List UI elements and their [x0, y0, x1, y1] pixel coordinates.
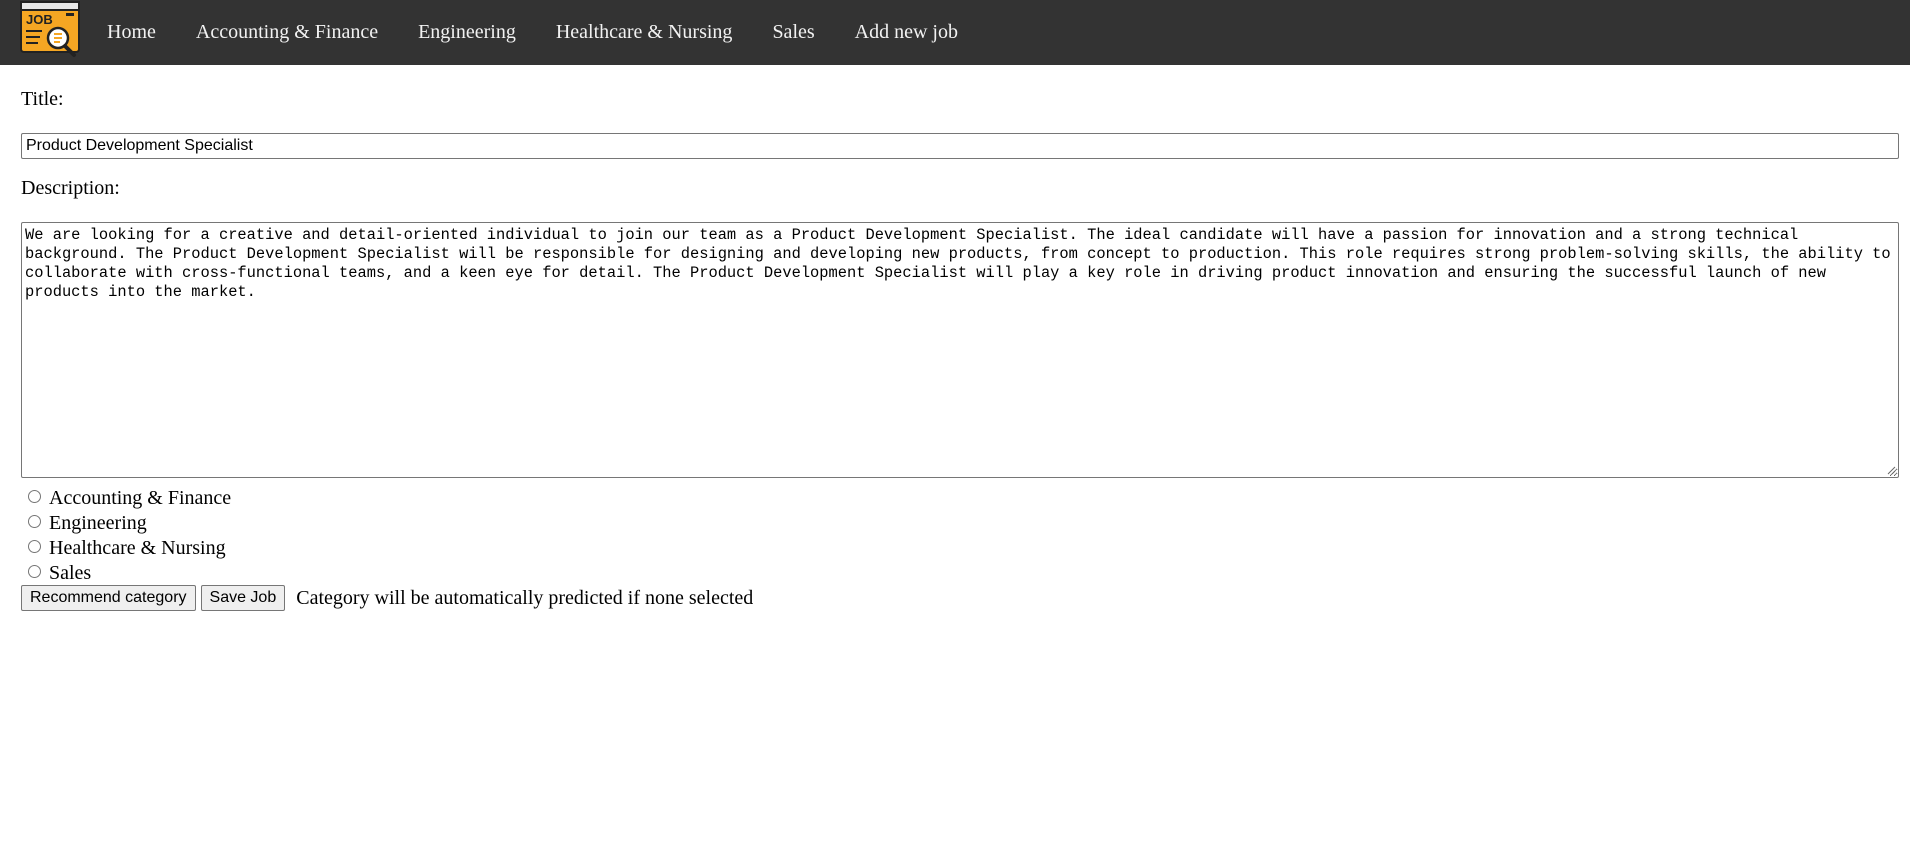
radio-button[interactable] [28, 490, 41, 503]
nav-engineering[interactable]: Engineering [398, 0, 536, 65]
category-option-healthcare-nursing[interactable]: Healthcare & Nursing [21, 536, 231, 561]
category-hint-text: Category will be automatically predicted… [296, 586, 754, 609]
category-label: Accounting & Finance [49, 487, 232, 509]
category-radio-group: Accounting & Finance Engineering Healthc… [21, 486, 231, 586]
top-navigation: JOB Home Accounting & Finance Engineerin… [0, 0, 1910, 65]
radio-button[interactable] [28, 540, 41, 553]
category-option-sales[interactable]: Sales [21, 561, 231, 586]
nav-add-new-job[interactable]: Add new job [835, 0, 978, 65]
category-label: Engineering [49, 512, 147, 534]
category-option-engineering[interactable]: Engineering [21, 511, 231, 536]
nav-sales[interactable]: Sales [752, 0, 834, 65]
description-textarea[interactable]: We are looking for a creative and detail… [21, 222, 1899, 478]
title-label: Title: [21, 88, 64, 110]
radio-button[interactable] [28, 565, 41, 578]
category-label: Healthcare & Nursing [49, 537, 226, 559]
svg-text:JOB: JOB [26, 12, 53, 27]
save-job-button[interactable]: Save Job [200, 585, 286, 611]
form-actions: Recommend category Save Job Category wil… [21, 585, 753, 611]
category-option-accounting-finance[interactable]: Accounting & Finance [21, 486, 231, 511]
recommend-category-button[interactable]: Recommend category [21, 585, 196, 611]
category-label: Sales [49, 562, 92, 584]
nav-healthcare-nursing[interactable]: Healthcare & Nursing [536, 0, 753, 65]
nav-accounting-finance[interactable]: Accounting & Finance [176, 0, 398, 65]
radio-button[interactable] [28, 515, 41, 528]
job-search-logo-icon[interactable]: JOB [20, 0, 83, 58]
resize-grip-icon[interactable] [1886, 465, 1896, 475]
nav-home[interactable]: Home [87, 0, 176, 65]
title-input[interactable] [21, 133, 1899, 159]
description-label: Description: [21, 177, 120, 199]
